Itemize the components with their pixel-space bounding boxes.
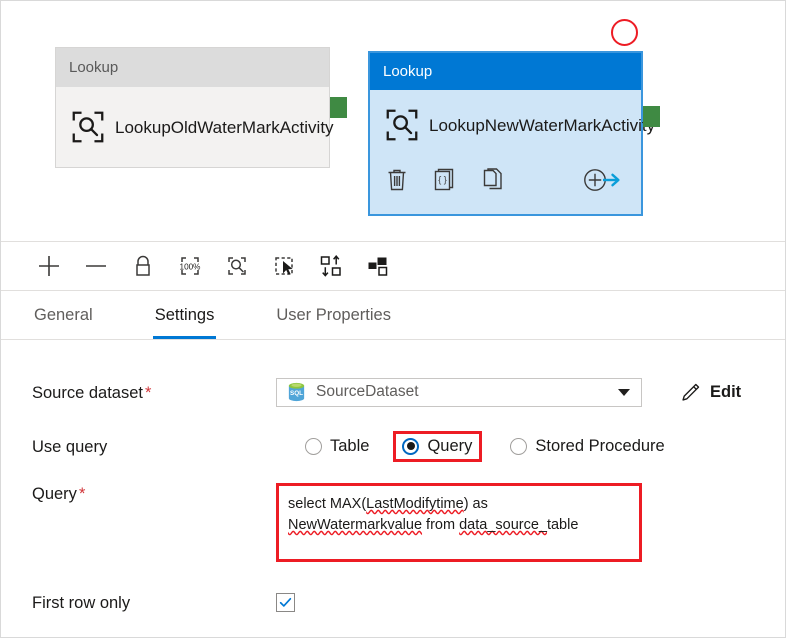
radio-stored-procedure-label: Stored Procedure (535, 436, 665, 455)
zoom-out-icon[interactable] (78, 248, 114, 284)
svg-text:{ }: { } (438, 175, 447, 185)
source-dataset-value: SourceDataset (316, 383, 419, 400)
tab-user-properties[interactable]: User Properties (274, 306, 393, 339)
activity-node-body: LookupNewWaterMarkActivity (370, 90, 656, 160)
delete-activity-icon[interactable] (386, 168, 408, 192)
chevron-down-icon[interactable] (618, 388, 630, 396)
radio-stored-procedure[interactable]: Stored Procedure (510, 436, 665, 456)
query-label-text: Query (32, 485, 77, 503)
use-query-label: Use query (32, 437, 108, 456)
query-label: Query * (32, 483, 276, 504)
query-line2-misspelled2: data_source_ (459, 517, 547, 533)
add-output-icon[interactable] (583, 168, 623, 192)
radio-dot (510, 437, 528, 455)
checkmark-icon (279, 597, 292, 607)
pipeline-canvas[interactable]: Lookup LookupOldWaterMarkActivity Lookup… (1, 1, 785, 241)
edit-label: Edit (710, 382, 742, 401)
activity-name-label: LookupOldWaterMarkActivity (115, 117, 334, 137)
use-query-row: Use query Table Query Stored Procedure (1, 429, 785, 463)
svg-text:100%: 100% (180, 263, 201, 272)
activity-name-label: LookupNewWaterMarkActivity (429, 115, 656, 135)
radio-dot (402, 437, 420, 455)
sql-database-icon: SQL (286, 381, 307, 403)
canvas-toolbar: 100% (1, 241, 785, 291)
activity-node-body: LookupOldWaterMarkActivity (56, 87, 334, 167)
node-output-connector[interactable] (330, 97, 347, 118)
properties-tabs: General Settings User Properties (1, 292, 785, 340)
tab-settings[interactable]: Settings (152, 306, 217, 339)
activity-node-header: Lookup (370, 53, 641, 90)
radio-query-label: Query (427, 436, 473, 455)
activity-type-label: Lookup (69, 59, 119, 76)
zoom-in-icon[interactable] (31, 248, 67, 284)
first-row-only-label: First row only (32, 594, 131, 612)
settings-form: Source dataset * SQL SourceDataset Edit … (1, 374, 785, 613)
query-line-1: select MAX(LastModifytime) as (288, 494, 631, 515)
lookup-magnifier-icon (383, 106, 421, 144)
first-row-only-row: First row only (1, 592, 785, 613)
first-row-only-checkbox[interactable] (276, 593, 295, 612)
query-textarea[interactable]: select MAX(LastModifytime) as NewWaterma… (276, 483, 642, 562)
zoom-to-100-percent-icon[interactable]: 100% (172, 248, 208, 284)
radio-dot (305, 437, 322, 455)
required-asterisk: * (78, 485, 86, 503)
activity-action-bar: { } (370, 160, 641, 200)
edit-dataset-button[interactable]: Edit (680, 382, 741, 403)
red-circle-annotation (611, 19, 638, 46)
source-dataset-row: Source dataset * SQL SourceDataset Edit (1, 374, 785, 410)
query-line-2: NewWatermarkvalue from data_source_table (288, 515, 631, 536)
use-query-radio-group: Table Query Stored Procedure (276, 430, 665, 462)
query-line2-mid: from (422, 517, 460, 533)
clone-activity-icon[interactable] (482, 168, 504, 192)
lock-icon[interactable] (125, 248, 161, 284)
code-activity-icon[interactable]: { } (434, 168, 456, 192)
activity-properties-panel: General Settings User Properties Source … (1, 292, 785, 637)
query-line2-tail: table (546, 517, 579, 533)
source-dataset-dropdown[interactable]: SQL SourceDataset (276, 377, 642, 407)
tab-general[interactable]: General (32, 306, 95, 339)
zoom-to-fit-icon[interactable] (219, 248, 255, 284)
query-row: Query * select MAX(LastModifytime) as New… (1, 483, 785, 562)
svg-text:SQL: SQL (290, 390, 303, 397)
radio-query[interactable]: Query (393, 430, 483, 462)
query-line1-tail: ) as (463, 496, 488, 512)
activity-node-lookup-new[interactable]: Lookup LookupNewWaterMarkActivity {} (368, 51, 656, 216)
query-line1-plain: select MAX( (288, 496, 367, 512)
query-line2-misspelled: NewWatermarkvalue (288, 517, 423, 533)
pencil-icon (680, 382, 701, 403)
auto-align-icon[interactable] (313, 248, 349, 284)
radio-table-label: Table (330, 436, 370, 455)
source-dataset-label-text: Source dataset (32, 383, 143, 402)
required-asterisk: * (145, 383, 152, 402)
minimap-icon[interactable] (360, 248, 396, 284)
query-line1-misspelled: LastModifytime (366, 496, 464, 512)
node-output-connector[interactable] (643, 106, 660, 127)
source-dataset-label: Source dataset * (32, 382, 276, 403)
pipeline-activity-editor: Lookup LookupOldWaterMarkActivity Lookup… (0, 0, 786, 638)
select-mode-icon[interactable] (266, 248, 302, 284)
activity-type-label: Lookup (383, 63, 433, 80)
activity-node-lookup-old[interactable]: Lookup LookupOldWaterMarkActivity (55, 47, 334, 168)
radio-table[interactable]: Table (305, 437, 369, 456)
activity-node-header: Lookup (56, 48, 329, 87)
lookup-magnifier-icon (69, 108, 107, 146)
